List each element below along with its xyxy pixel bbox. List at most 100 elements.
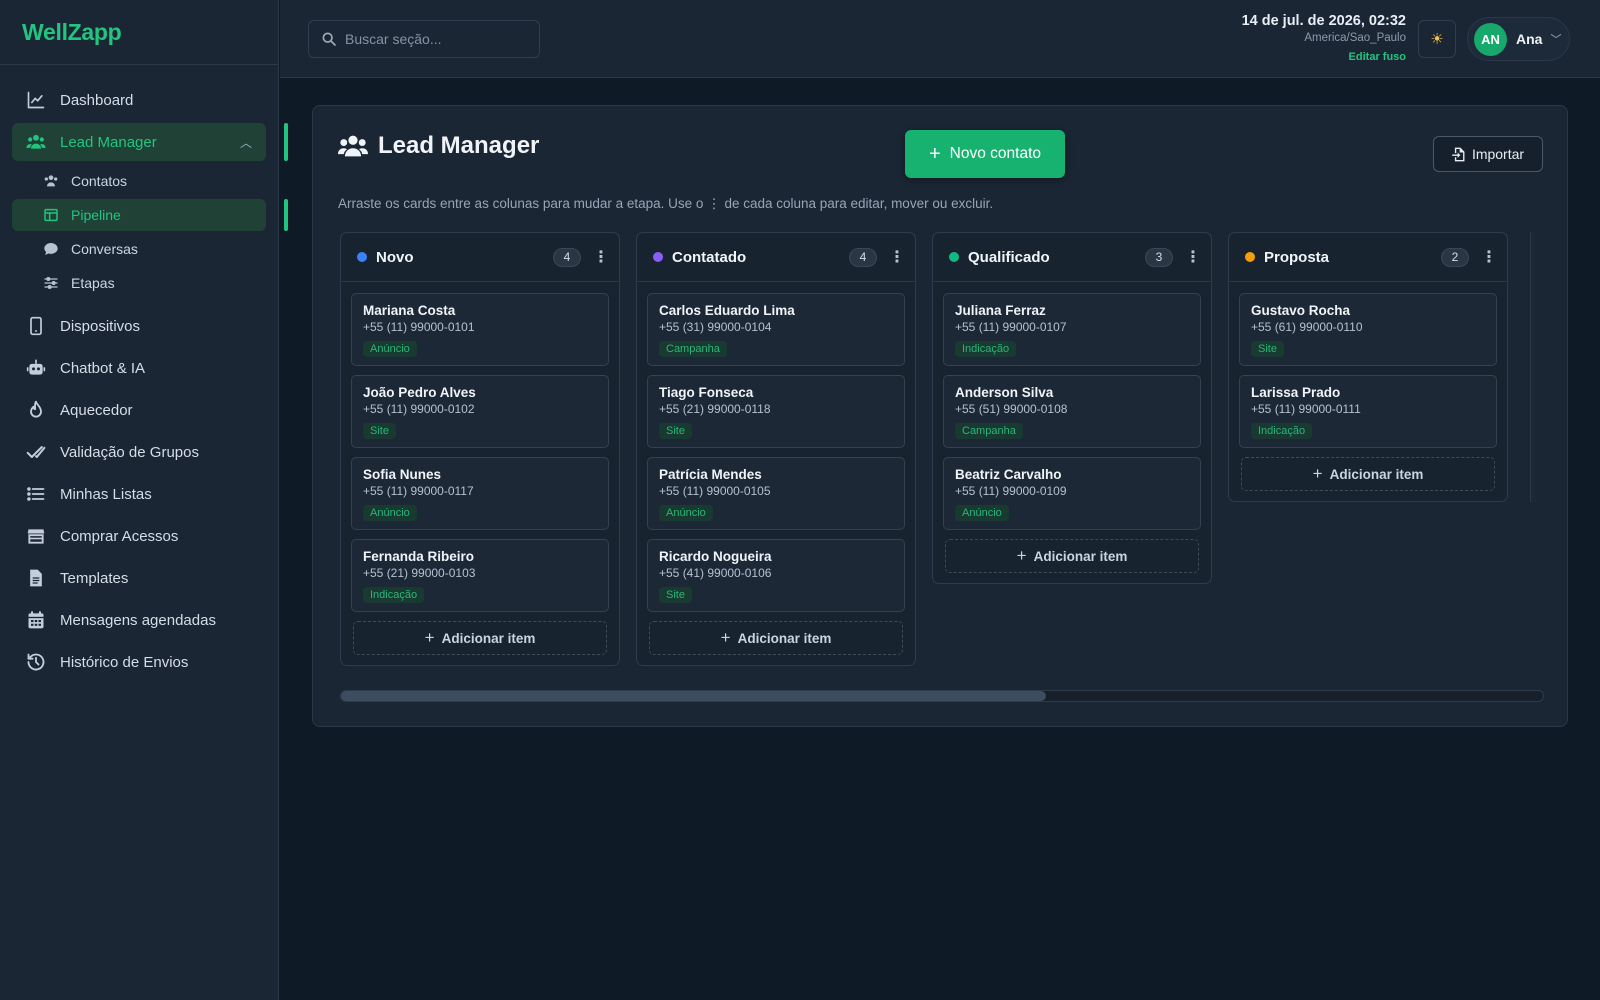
import-button[interactable]: Importar [1433,136,1543,172]
horizontal-scrollbar[interactable] [340,690,1544,702]
search-box[interactable] [308,20,540,58]
user-name: Ana [1516,31,1543,47]
pipeline-panel: Lead Manager + Novo contato Importar Arr… [312,105,1568,727]
sidebar-item-aquecedor[interactable]: Aquecedor [12,391,266,429]
sidebar-item-label: Dashboard [60,91,134,109]
lead-card[interactable]: Beatriz Carvalho +55 (11) 99000-0109 Anú… [943,457,1201,530]
sidebar-subitem-contatos[interactable]: Contatos [12,165,266,197]
theme-toggle-button[interactable]: ☀ [1418,20,1456,58]
lead-source-tag: Indicação [1251,423,1313,439]
pipeline-hint: Arraste os cards entre as colunas para m… [338,196,994,211]
sidebar-item-mensagens-agendadas[interactable]: Mensagens agendadas [12,601,266,639]
kanban-column-novo[interactable]: Novo 4 ⋮ Mariana Costa +55 (11) 99000-01… [340,232,620,666]
plus-icon: + [720,628,731,647]
sidebar-item-comprar-acessos[interactable]: Comprar Acessos [12,517,266,555]
next-column-edge [1530,232,1536,502]
lead-phone: +55 (11) 99000-0117 [363,484,474,498]
sidebar-item-dispositivos[interactable]: Dispositivos [12,307,266,345]
users-icon [338,135,368,157]
new-contact-button[interactable]: + Novo contato [905,130,1065,178]
sidebar-item-minhas-listas[interactable]: Minhas Listas [12,475,266,513]
store-icon [25,525,47,547]
lead-phone: +55 (51) 99000-0108 [955,402,1068,416]
lead-name: Ricardo Nogueira [659,549,772,564]
lead-card[interactable]: Fernanda Ribeiro +55 (21) 99000-0103 Ind… [351,539,609,612]
import-label: Importar [1471,146,1525,162]
sidebar-item-templates[interactable]: Templates [12,559,266,597]
lead-name: Beatriz Carvalho [955,467,1062,482]
sidebar-item-label: Minhas Listas [60,485,152,503]
user-menu[interactable]: AN Ana ﹀ [1467,17,1570,61]
lead-card[interactable]: Sofia Nunes +55 (11) 99000-0117 Anúncio [351,457,609,530]
chevron-up-icon[interactable]: ︿ [240,134,252,151]
sidebar-item-lead-manager[interactable]: Lead Manager ︿ [12,123,288,161]
kebab-menu-icon[interactable]: ⋮ [1481,247,1497,267]
document-icon [25,567,47,589]
edit-timezone-link[interactable]: Editar fuso [1242,51,1406,63]
sidebar-subitem-etapas[interactable]: Etapas [12,267,266,299]
timezone-text: America/Sao_Paulo [1304,32,1406,44]
users-small-icon [42,172,60,190]
kebab-menu-icon[interactable]: ⋮ [593,247,609,267]
column-title: Contatado [672,248,747,266]
sidebar: WellZapp Dashboard Lead Manager ︿ Contat… [0,0,288,1000]
lead-name: Juliana Ferraz [955,303,1046,318]
lead-card[interactable]: Larissa Prado +55 (11) 99000-0111 Indica… [1239,375,1497,448]
lead-card[interactable]: Tiago Fonseca +55 (21) 99000-0118 Site [647,375,905,448]
add-item-button[interactable]: + Adicionar item [353,621,607,655]
brand-logo[interactable]: WellZapp [0,0,278,65]
lead-card[interactable]: Patrícia Mendes +55 (11) 99000-0105 Anún… [647,457,905,530]
active-indicator [284,199,288,231]
kebab-menu-icon[interactable]: ⋮ [889,247,905,267]
lead-phone: +55 (11) 99000-0102 [363,402,475,416]
file-import-icon [1452,147,1465,161]
add-item-button[interactable]: + Adicionar item [945,539,1199,573]
sidebar-subitem-conversas[interactable]: Conversas [12,233,266,265]
sidebar-subitem-label: Contatos [71,173,128,189]
plus-icon: + [1312,464,1323,483]
chart-line-icon [25,89,47,111]
lead-card[interactable]: João Pedro Alves +55 (11) 99000-0102 Sit… [351,375,609,448]
add-item-button[interactable]: + Adicionar item [649,621,903,655]
lead-card[interactable]: Juliana Ferraz +55 (11) 99000-0107 Indic… [943,293,1201,366]
sidebar-item-label: Chatbot & IA [60,359,146,377]
mobile-icon [25,315,47,337]
stage-color-dot [357,252,367,262]
kanban-column-qualificado[interactable]: Qualificado 3 ⋮ Juliana Ferraz +55 (11) … [932,232,1212,584]
new-contact-label: Novo contato [949,145,1042,162]
table-columns-icon [42,206,60,224]
lead-card[interactable]: Mariana Costa +55 (11) 99000-0101 Anúnci… [351,293,609,366]
kanban-column-proposta[interactable]: Proposta 2 ⋮ Gustavo Rocha +55 (61) 9900… [1228,232,1508,502]
lead-name: Gustavo Rocha [1251,303,1351,318]
lead-card[interactable]: Gustavo Rocha +55 (61) 99000-0110 Site [1239,293,1497,366]
sidebar-item-dashboard[interactable]: Dashboard [12,81,266,119]
lead-source-tag: Site [1251,341,1284,357]
column-header: Novo 4 ⋮ [341,233,619,282]
sidebar-subitem-pipeline[interactable]: Pipeline [12,199,288,231]
robot-icon [25,357,47,379]
lead-source-tag: Site [363,423,396,439]
plus-icon: + [1016,546,1027,565]
kebab-menu-icon[interactable]: ⋮ [1185,247,1201,267]
lead-card[interactable]: Carlos Eduardo Lima +55 (31) 99000-0104 … [647,293,905,366]
lead-card[interactable]: Anderson Silva +55 (51) 99000-0108 Campa… [943,375,1201,448]
add-item-label: Adicionar item [1329,466,1424,482]
kanban-column-contatado[interactable]: Contatado 4 ⋮ Carlos Eduardo Lima +55 (3… [636,232,916,666]
lead-name: Tiago Fonseca [659,385,754,400]
add-item-button[interactable]: + Adicionar item [1241,457,1495,491]
lead-name: Mariana Costa [363,303,456,318]
sidebar-nav: Dashboard Lead Manager ︿ Contatos Pipeli… [0,65,288,681]
sidebar-item-chatbot[interactable]: Chatbot & IA [12,349,266,387]
sun-icon: ☀ [1430,31,1444,48]
search-input[interactable] [345,31,525,47]
lead-card[interactable]: Ricardo Nogueira +55 (41) 99000-0106 Sit… [647,539,905,612]
scrollbar-thumb[interactable] [341,691,1046,701]
sidebar-item-label: Aquecedor [60,401,133,419]
sidebar-item-validacao-grupos[interactable]: Validação de Grupos [12,433,266,471]
lead-name: Larissa Prado [1251,385,1341,400]
lead-source-tag: Campanha [955,423,1023,439]
add-item-label: Adicionar item [1033,548,1128,564]
sidebar-item-historico-envios[interactable]: Histórico de Envios [12,643,266,681]
column-title: Qualificado [968,248,1050,266]
double-check-icon [25,441,47,463]
